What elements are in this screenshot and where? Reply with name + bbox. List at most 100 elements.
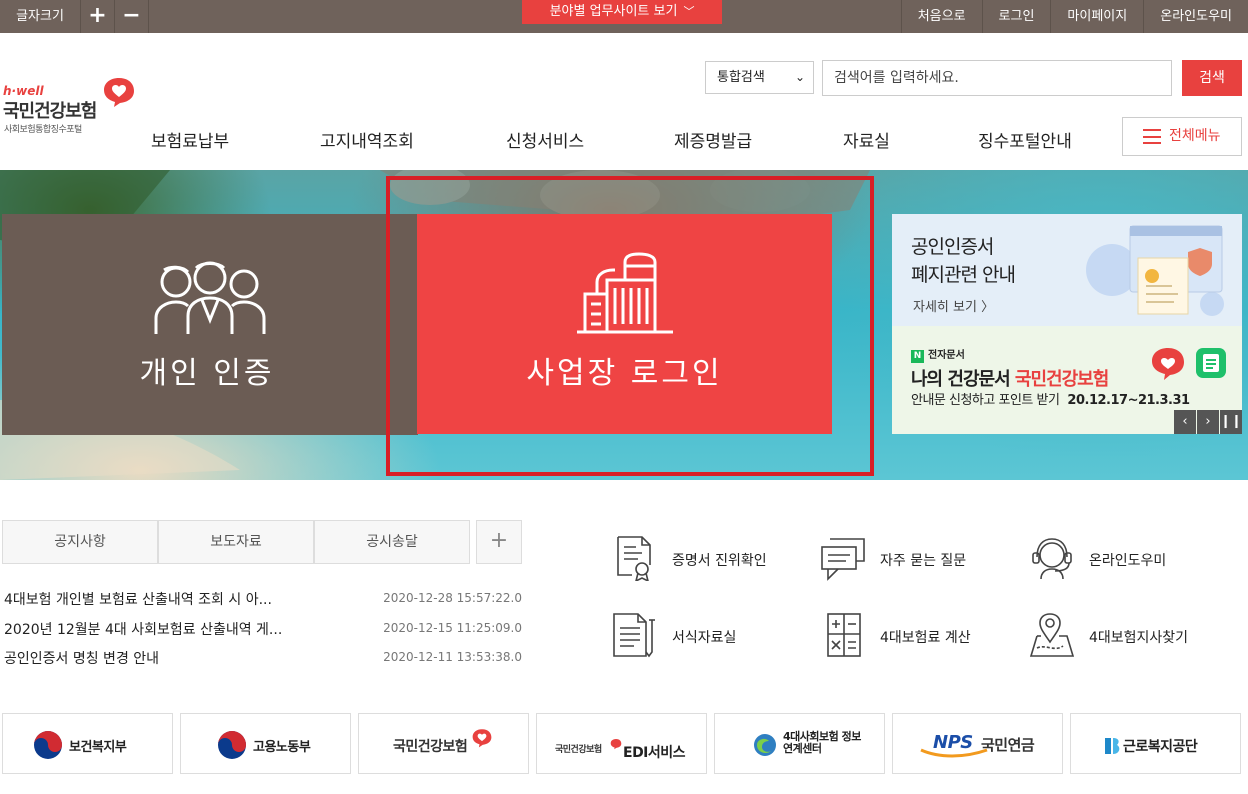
search-scope-select[interactable]: 통합검색 ⌄ <box>705 61 814 94</box>
logo-subtitle: 사회보험통합징수포털 <box>4 125 82 135</box>
banner2-period: 20.12.17~21.3.31 <box>1067 393 1190 408</box>
home-link[interactable]: 처음으로 <box>900 0 982 33</box>
notice-title: 2020년 12월분 4대 사회보험료 산출내역 게... <box>4 622 283 638</box>
mypage-link[interactable]: 마이페이지 <box>1050 0 1143 33</box>
banner2-tag: N 전자문서 <box>911 346 965 363</box>
heart-bubble-icon <box>1152 348 1184 380</box>
calculator-icon <box>827 613 861 657</box>
quick-online-help[interactable]: 온라인도우미 <box>1029 535 1229 585</box>
footer-link-nps[interactable]: NPS 국민연금 <box>892 713 1063 774</box>
notice-item[interactable]: 2020년 12월분 4대 사회보험료 산출내역 게... 2020-12-15… <box>4 619 522 641</box>
search-button[interactable]: 검색 <box>1182 60 1242 96</box>
tab-public-notice[interactable]: 공시송달 <box>314 520 470 564</box>
notice-more-button[interactable]: + <box>476 520 522 564</box>
notice-item[interactable]: 공인인증서 명칭 변경 안내 2020-12-11 13:53:38.0 <box>4 648 522 670</box>
slider-prev-button[interactable]: ‹ <box>1174 410 1196 434</box>
tab-notices[interactable]: 공지사항 <box>2 520 158 564</box>
font-size-label: 글자크기 <box>0 0 81 33</box>
footer-link-label: 근로복지공단 <box>1123 739 1198 755</box>
quick-label: 증명서 진위확인 <box>672 553 767 569</box>
banner2-title-brand: 국민건강보험 <box>1014 369 1109 390</box>
document-icon <box>613 613 655 658</box>
footer-link-label: 국민연금 <box>981 736 1035 754</box>
font-size-increase-button[interactable]: + <box>81 0 115 33</box>
chevron-down-icon: ⌄ <box>794 70 805 84</box>
notice-title: 4대보험 개인별 보험료 산출내역 조회 시 아... <box>4 592 272 608</box>
nav-item-portal-guide[interactable]: 징수포털안내 <box>978 127 1072 152</box>
notice-title: 공인인증서 명칭 변경 안내 <box>4 651 160 667</box>
site-dropdown-label: 분야별 업무사이트 보기 <box>549 4 678 19</box>
banner1-line2: 폐지관련 안내 <box>911 264 1016 286</box>
banner2-sub: 안내문 신청하고 포인트 받기 <box>911 393 1060 408</box>
quick-label: 4대보험료 계산 <box>880 630 971 646</box>
hero-section: 개인 인증 사업장 로그인 공인인증서 폐지관련 안내 자세히 보기 〉 N 전… <box>0 170 1248 480</box>
banner2-title-prefix: 나의 건강문서 <box>911 369 1011 390</box>
chat-icon <box>821 538 865 581</box>
nav-item-payment[interactable]: 보험료납부 <box>151 127 229 152</box>
footer-link-nhis[interactable]: 국민건강보험 <box>358 713 529 774</box>
naver-badge-icon: N <box>911 350 924 363</box>
quick-verify-certificate[interactable]: 증명서 진위확인 <box>612 535 812 585</box>
nav-item-certificates[interactable]: 제증명발급 <box>674 127 752 152</box>
hamburger-icon <box>1143 129 1161 144</box>
slider-pause-button[interactable]: ❙❙ <box>1220 410 1242 434</box>
search-input[interactable] <box>822 60 1172 96</box>
all-menu-button[interactable]: 전체메뉴 <box>1122 117 1242 156</box>
search-scope-value: 통합검색 <box>717 70 765 85</box>
font-size-decrease-button[interactable]: − <box>115 0 149 33</box>
banner2-title: 나의 건강문서 국민건강보험 <box>911 365 1109 391</box>
site-logo[interactable]: h·well 국민건강보험 사회보험통합징수포털 <box>3 76 138 140</box>
banner2-icons <box>1152 348 1226 380</box>
chevron-down-icon: ﹀ <box>683 5 695 18</box>
headset-icon <box>1032 538 1072 580</box>
nps-swoosh-icon <box>920 748 988 758</box>
nav-item-notices[interactable]: 고지내역조회 <box>320 127 414 152</box>
banner1-line1: 공인인증서 <box>911 236 994 258</box>
footer-link-label: 국민건강보험 <box>393 739 468 755</box>
login-link[interactable]: 로그인 <box>981 0 1051 33</box>
nav-item-applications[interactable]: 신청서비스 <box>506 127 584 152</box>
logo-name: 국민건강보험 <box>3 101 97 122</box>
notice-item[interactable]: 4대보험 개인별 보험료 산출내역 조회 시 아... 2020-12-28 1… <box>4 589 522 611</box>
quick-label: 자주 묻는 질문 <box>880 553 967 569</box>
site-dropdown-button[interactable]: 분야별 업무사이트 보기 ﹀ <box>522 0 722 24</box>
footer-link-4insure[interactable]: 4대사회보험 정보연계센터 <box>714 713 885 774</box>
footer-link-edi[interactable]: 국민건강보험 EDI서비스 <box>536 713 707 774</box>
swirl-logo-icon <box>754 734 776 756</box>
quick-forms[interactable]: 서식자료실 <box>612 612 812 662</box>
online-help-link[interactable]: 온라인도우미 <box>1143 0 1248 33</box>
tab-press[interactable]: 보도자료 <box>158 520 314 564</box>
document-app-icon <box>1196 348 1226 378</box>
banner2-subtitle: 안내문 신청하고 포인트 받기 20.12.17~21.3.31 <box>911 389 1190 408</box>
highlight-box <box>386 176 874 476</box>
notice-tabs: 공지사항 보도자료 공시송달 + <box>2 520 522 564</box>
top-utility-bar: 글자크기 + − 분야별 업무사이트 보기 ﹀ 처음으로 로그인 마이페이지 온라… <box>0 0 1248 33</box>
top-links: 처음으로 로그인 마이페이지 온라인도우미 <box>900 0 1248 33</box>
map-pin-icon <box>1029 613 1075 657</box>
footer-link-label: 보건복지부 <box>69 740 127 755</box>
quick-branch-finder[interactable]: 4대보험지사찾기 <box>1029 612 1229 662</box>
quick-label: 서식자료실 <box>672 630 737 646</box>
footer-link-comwel[interactable]: 근로복지공단 <box>1070 713 1241 774</box>
quick-label: 온라인도우미 <box>1089 553 1167 569</box>
notice-date: 2020-12-11 13:53:38.0 <box>383 650 522 664</box>
nav-item-resources[interactable]: 자료실 <box>843 127 890 152</box>
footer-link-moel[interactable]: 고용노동부 <box>180 713 351 774</box>
certificate-illustration-icon <box>1086 225 1224 316</box>
quick-premium-calculator[interactable]: 4대보험료 계산 <box>826 612 1026 662</box>
taegeuk-icon <box>34 731 62 759</box>
certificate-icon <box>617 536 651 581</box>
logo-heart-icon <box>104 78 134 107</box>
footer-link-mohw[interactable]: 보건복지부 <box>2 713 173 774</box>
quick-faq[interactable]: 자주 묻는 질문 <box>820 535 1020 585</box>
banner1-more-link[interactable]: 자세히 보기 〉 <box>913 296 994 315</box>
heart-bubble-icon <box>610 739 622 750</box>
heart-bubble-icon <box>472 729 492 748</box>
logo-hwell: h·well <box>3 84 44 98</box>
banner2-tag-label: 전자문서 <box>928 350 965 361</box>
certificate-notice-banner[interactable]: 공인인증서 폐지관련 안내 자세히 보기 〉 <box>892 214 1242 326</box>
footer-link-label: 4대사회보험 정보연계센터 <box>783 730 861 755</box>
personal-auth-button[interactable]: 개인 인증 <box>2 214 418 435</box>
slider-next-button[interactable]: › <box>1197 410 1219 434</box>
quick-label: 4대보험지사찾기 <box>1089 630 1189 646</box>
